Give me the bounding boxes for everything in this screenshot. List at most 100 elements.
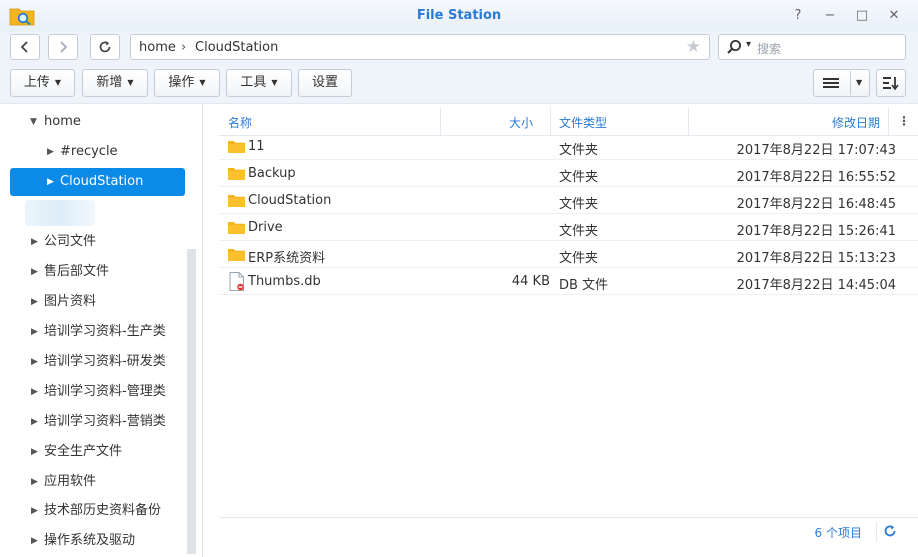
sidebar-item-label: 安全生产文件	[44, 444, 123, 459]
file-type: 文件夹	[559, 143, 599, 158]
sidebar-item-label: 售后部文件	[44, 264, 110, 279]
sidebar-scrollbar[interactable]	[187, 249, 196, 554]
collapsed-arrow-icon[interactable]: ▶	[31, 527, 38, 555]
search-options-caret-icon[interactable]: ▾	[746, 39, 751, 50]
table-row[interactable]: ERP系统资料 文件夹 2017年8月22日 15:13:23	[219, 241, 918, 268]
table-row[interactable]: Backup 文件夹 2017年8月22日 16:55:52	[219, 160, 918, 187]
sidebar-item-company-files[interactable]: ▶ 公司文件	[0, 228, 187, 256]
sidebar-item-os-drivers[interactable]: ▶ 操作系统及驱动	[0, 527, 187, 555]
file-name: ERP系统资料	[248, 251, 326, 266]
sidebar-item-safety[interactable]: ▶ 安全生产文件	[0, 438, 187, 466]
refresh-button[interactable]	[90, 34, 120, 60]
item-count: 6 个项目	[814, 526, 862, 540]
help-button[interactable]: ?	[790, 8, 806, 24]
column-name[interactable]: 名称	[228, 114, 252, 131]
create-button[interactable]: 新增 ▼	[82, 69, 148, 97]
collapsed-arrow-icon[interactable]: ▶	[31, 228, 38, 256]
expanded-arrow-icon[interactable]: ▼	[30, 108, 37, 136]
collapsed-arrow-icon[interactable]: ▶	[47, 168, 54, 196]
column-size[interactable]: 大小	[509, 114, 533, 131]
collapsed-arrow-icon[interactable]: ▶	[31, 468, 38, 496]
collapsed-arrow-icon[interactable]: ▶	[31, 258, 38, 286]
view-mode-button[interactable]: ▼	[813, 69, 870, 97]
caret-down-icon: ▼	[127, 78, 134, 87]
file-type: 文件夹	[559, 251, 599, 266]
title-bar: File Station ? − □ ✕	[0, 0, 918, 32]
column-type[interactable]: 文件类型	[559, 114, 607, 131]
maximize-button[interactable]: □	[854, 8, 870, 24]
forward-button[interactable]	[48, 34, 78, 60]
column-divider[interactable]	[688, 107, 689, 135]
breadcrumb-home[interactable]: home	[139, 40, 176, 55]
sidebar-item-label: 技术部历史资料备份	[44, 503, 162, 518]
sidebar-item-after-sales[interactable]: ▶ 售后部文件	[0, 258, 187, 286]
breadcrumb-cloudstation[interactable]: CloudStation	[195, 40, 278, 55]
file-type: 文件夹	[559, 170, 599, 185]
tools-button[interactable]: 工具 ▼	[226, 69, 292, 97]
column-divider[interactable]	[550, 107, 551, 135]
sidebar-item-training-management[interactable]: ▶ 培训学习资料-管理类	[0, 378, 187, 406]
sidebar-item-label: #recycle	[60, 144, 118, 159]
settings-button[interactable]: 设置	[298, 69, 352, 97]
file-type: DB 文件	[559, 278, 609, 293]
sidebar-item-recycle[interactable]: ▶ #recycle	[0, 138, 187, 166]
search-box[interactable]: ▾ 搜索	[718, 34, 906, 60]
sidebar-item-label: 图片资料	[44, 294, 97, 309]
table-row[interactable]: Drive 文件夹 2017年8月22日 15:26:41	[219, 214, 918, 241]
sidebar-item-tech-backup[interactable]: ▶ 技术部历史资料备份	[0, 497, 187, 525]
sidebar-item-label: home	[44, 114, 81, 129]
document-icon	[229, 272, 244, 291]
action-toolbar: 上传 ▼ 新增 ▼ 操作 ▼ 工具 ▼ 设置 ▼	[0, 64, 918, 104]
sidebar-item-training-marketing[interactable]: ▶ 培训学习资料-营销类	[0, 408, 187, 436]
table-row[interactable]: 11 文件夹 2017年8月22日 17:07:43	[219, 133, 918, 160]
file-modified: 2017年8月22日 15:13:23	[736, 251, 896, 266]
divider	[876, 522, 877, 542]
table-row[interactable]: Thumbs.db 44 KB DB 文件 2017年8月22日 14:45:0…	[219, 268, 918, 295]
file-modified: 2017年8月22日 14:45:04	[736, 278, 896, 293]
folder-icon	[228, 195, 245, 207]
column-divider[interactable]	[440, 107, 441, 135]
path-bar[interactable]: home › CloudStation ★	[130, 34, 710, 60]
sidebar-item-images[interactable]: ▶ 图片资料	[0, 288, 187, 316]
collapsed-arrow-icon[interactable]: ▶	[31, 408, 38, 436]
action-button[interactable]: 操作 ▼	[154, 69, 220, 97]
sort-button[interactable]	[876, 69, 906, 97]
file-name: Thumbs.db	[248, 274, 321, 289]
collapsed-arrow-icon[interactable]: ▶	[31, 438, 38, 466]
sidebar-item-software[interactable]: ▶ 应用软件	[0, 468, 187, 496]
sidebar-item-training-rnd[interactable]: ▶ 培训学习资料-研发类	[0, 348, 187, 376]
column-modified[interactable]: 修改日期	[832, 114, 880, 131]
upload-button[interactable]: 上传 ▼	[10, 69, 75, 97]
collapsed-arrow-icon[interactable]: ▶	[31, 318, 38, 346]
close-button[interactable]: ✕	[886, 8, 902, 24]
column-divider[interactable]	[888, 107, 889, 135]
list-view-icon	[823, 78, 839, 88]
upload-label: 上传	[23, 75, 50, 90]
refresh-icon[interactable]	[883, 524, 897, 538]
sidebar-item-label: 应用软件	[44, 474, 97, 489]
back-button[interactable]	[10, 34, 40, 60]
minimize-button[interactable]: −	[822, 8, 838, 24]
sidebar-item-label: 培训学习资料-研发类	[44, 354, 166, 369]
caret-down-icon: ▼	[856, 78, 863, 87]
sidebar-item-cloudstation[interactable]: ▶ CloudStation	[10, 168, 185, 196]
caret-down-icon: ▼	[199, 78, 206, 87]
collapsed-arrow-icon[interactable]: ▶	[31, 288, 38, 316]
chevron-right-icon	[60, 41, 68, 53]
collapsed-arrow-icon[interactable]: ▶	[31, 348, 38, 376]
sidebar-item-home[interactable]: ▼ home	[0, 108, 187, 136]
file-name: CloudStation	[248, 193, 332, 208]
status-bar: 6 个项目	[219, 517, 918, 557]
breadcrumb-separator: ›	[181, 40, 187, 55]
search-input[interactable]: 搜索	[757, 40, 781, 57]
collapsed-arrow-icon[interactable]: ▶	[31, 497, 38, 525]
tools-label: 工具	[240, 75, 267, 90]
column-options-icon[interactable]: ⋮	[898, 114, 910, 128]
caret-down-icon: ▼	[54, 78, 62, 87]
refresh-icon	[99, 41, 111, 53]
table-row[interactable]: CloudStation 文件夹 2017年8月22日 16:48:45	[219, 187, 918, 214]
collapsed-arrow-icon[interactable]: ▶	[31, 378, 38, 406]
favorite-star-icon[interactable]: ★	[686, 37, 701, 57]
sidebar-item-training-production[interactable]: ▶ 培训学习资料-生产类	[0, 318, 187, 346]
collapsed-arrow-icon[interactable]: ▶	[47, 138, 54, 166]
